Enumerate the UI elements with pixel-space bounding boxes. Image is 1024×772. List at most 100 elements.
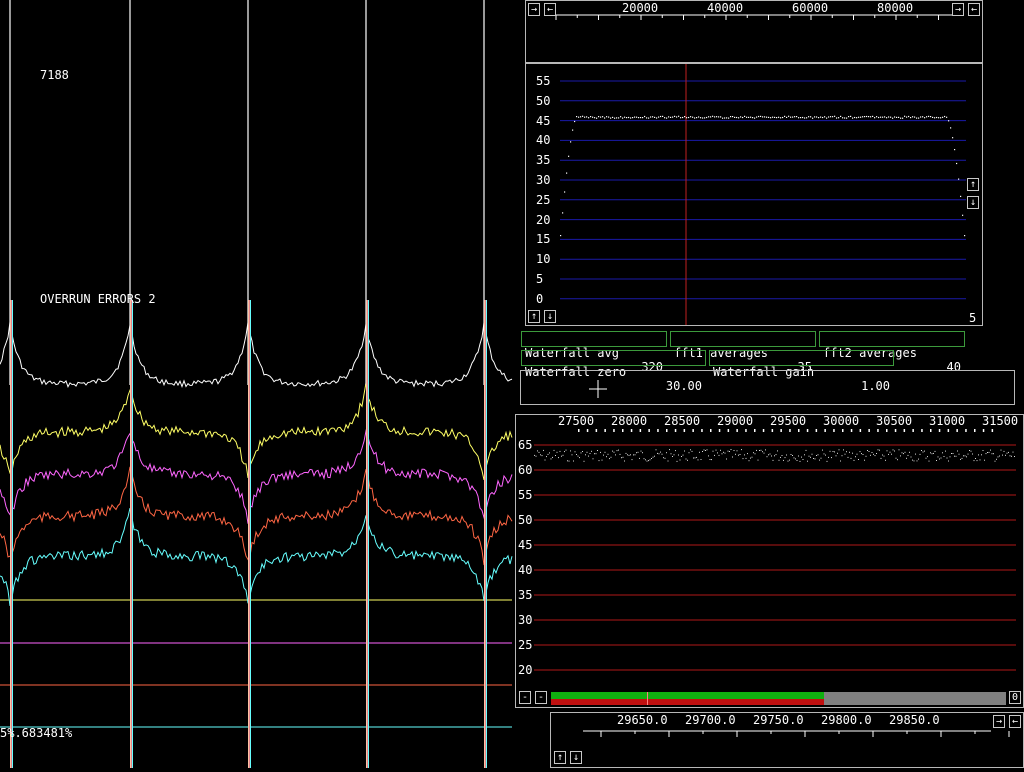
- spectrum-point: [650, 116, 652, 118]
- spectrum-point: [904, 115, 906, 117]
- spectrum-point: [822, 449, 823, 451]
- spectrum-point: [812, 117, 814, 119]
- scale-tick-label: 40000: [707, 1, 744, 15]
- time-domain-plot[interactable]: 7188 OVERRUN ERRORS 2 5%.683481%: [0, 0, 515, 768]
- spectrum-point: [766, 116, 768, 118]
- spectrum-point: [942, 116, 944, 118]
- scroll-down-button[interactable]: ↓: [544, 310, 556, 323]
- spectrum-point: [840, 115, 842, 117]
- spectrum-point: [582, 451, 583, 452]
- spectrum-point: [924, 450, 925, 452]
- x-axis-tick: [666, 429, 668, 432]
- corner-value: 5: [969, 311, 977, 325]
- spectrum-point: [864, 116, 866, 118]
- spectrum-point: [926, 116, 928, 118]
- scroll-left-button[interactable]: ←: [544, 3, 556, 16]
- spectrum-point: [999, 455, 1000, 457]
- spectrum-point: [920, 116, 922, 118]
- spectrum-point: [856, 453, 858, 455]
- fft2-averages-field[interactable]: fft2 averages 40: [819, 331, 965, 374]
- spectrum-point: [1014, 456, 1015, 457]
- spectrum-point: [692, 116, 694, 118]
- spectrum-point: [750, 457, 751, 459]
- spectrum-point: [868, 451, 870, 452]
- waterfall-gain-field[interactable]: Waterfall gain 1.00: [709, 350, 894, 393]
- spectrum-point: [721, 453, 723, 455]
- spectrum-panel[interactable]: 55 50 45 40 35 30 25 20 15 10 5 0 ↑ ↓ ↑ ↓ 5: [525, 63, 983, 326]
- frequency-scale-panel: → ← 20000 40000 60000 80000 → ←: [525, 0, 983, 63]
- spectrum-point: [673, 454, 675, 456]
- spectrum-point: [824, 116, 826, 118]
- percent-readout: 5%.683481%: [0, 726, 73, 740]
- spectrum-point: [886, 450, 888, 452]
- fft1-averages-field[interactable]: fft1 averages 35: [670, 331, 816, 374]
- spectrum-point: [600, 116, 602, 118]
- spectrum-point: [552, 456, 553, 458]
- spectrum-point: [805, 449, 807, 451]
- spectrum-point: [811, 453, 813, 455]
- y-axis-label: 45: [536, 113, 551, 128]
- spectrum-point: [936, 460, 937, 461]
- spectrum-point: [946, 457, 948, 459]
- spectrum-point: [741, 449, 742, 451]
- scroll-right-button[interactable]: →: [952, 3, 964, 16]
- x-axis-tick: [824, 429, 826, 432]
- zero-button[interactable]: 0: [1009, 691, 1021, 704]
- spectrum-point: [601, 459, 603, 461]
- scale-down-button[interactable]: ↓: [967, 196, 979, 209]
- decrease-button[interactable]: -: [519, 691, 531, 704]
- spectrum-point: [553, 449, 555, 451]
- spectrum-point: [716, 116, 718, 118]
- fine-scale-tick-label: 29850.0: [889, 713, 940, 727]
- x-axis-tick: [815, 429, 818, 432]
- spectrum-point: [985, 453, 987, 455]
- spectrum-point: [727, 450, 729, 452]
- spectrum-point: [1011, 455, 1012, 457]
- spectrum-point: [597, 450, 598, 451]
- scroll-up-button[interactable]: ↑: [528, 310, 540, 323]
- time-domain-traces: [0, 0, 513, 768]
- spectrum-point: [678, 454, 679, 456]
- spectrum-point: [813, 458, 814, 459]
- spectrum-point: [688, 452, 690, 454]
- waterfall-avg-field[interactable]: Waterfall avg 320: [521, 331, 667, 374]
- spectrum-point: [852, 117, 854, 119]
- scroll-up-button[interactable]: ↑: [554, 751, 566, 764]
- spectrum-point: [865, 455, 867, 457]
- baseband-spectrum-panel[interactable]: 27500 28000 28500 29000 29500 30000 30500 31000…: [515, 414, 1024, 708]
- spectrum-point: [928, 115, 930, 117]
- spectrum-point: [706, 449, 708, 451]
- spectrum-point: [933, 452, 934, 454]
- spectrum-point: [828, 116, 830, 118]
- spectrum-point: [535, 455, 537, 457]
- decrease-button[interactable]: -: [535, 691, 547, 704]
- spectrum-point: [922, 116, 924, 118]
- level-bar[interactable]: [551, 692, 1006, 705]
- scroll-right-button[interactable]: →: [528, 3, 540, 16]
- spectrum-point: [872, 115, 874, 117]
- spectrum-point: [579, 457, 580, 459]
- spectrum-point: [768, 454, 769, 456]
- y-axis-label: 65: [518, 438, 533, 452]
- scroll-down-button[interactable]: ↓: [570, 751, 582, 764]
- spectrum-point: [848, 116, 850, 118]
- spectrum-point: [594, 117, 596, 119]
- spectrum-point: [910, 456, 912, 458]
- spectrum-point: [748, 116, 750, 118]
- waterfall-panel[interactable]: [520, 370, 1015, 405]
- spectrum-point: [547, 453, 549, 455]
- spectrum-point: [909, 451, 910, 453]
- spectrum-point: [747, 453, 748, 455]
- waterfall-zero-field[interactable]: Waterfall zero 30.00: [521, 350, 706, 393]
- spectrum-point: [962, 214, 964, 216]
- scroll-left-button[interactable]: ←: [1009, 715, 1021, 728]
- spectrum-point: [616, 450, 618, 452]
- scale-up-button[interactable]: ↑: [967, 178, 979, 191]
- scroll-right-button[interactable]: →: [993, 715, 1005, 728]
- spectrum-point: [987, 452, 988, 453]
- spectrum-point: [772, 116, 774, 118]
- scroll-left-button[interactable]: ←: [968, 3, 980, 16]
- spectrum-point: [906, 457, 907, 459]
- spectrum-point: [564, 191, 566, 193]
- spectrum-point: [882, 454, 883, 456]
